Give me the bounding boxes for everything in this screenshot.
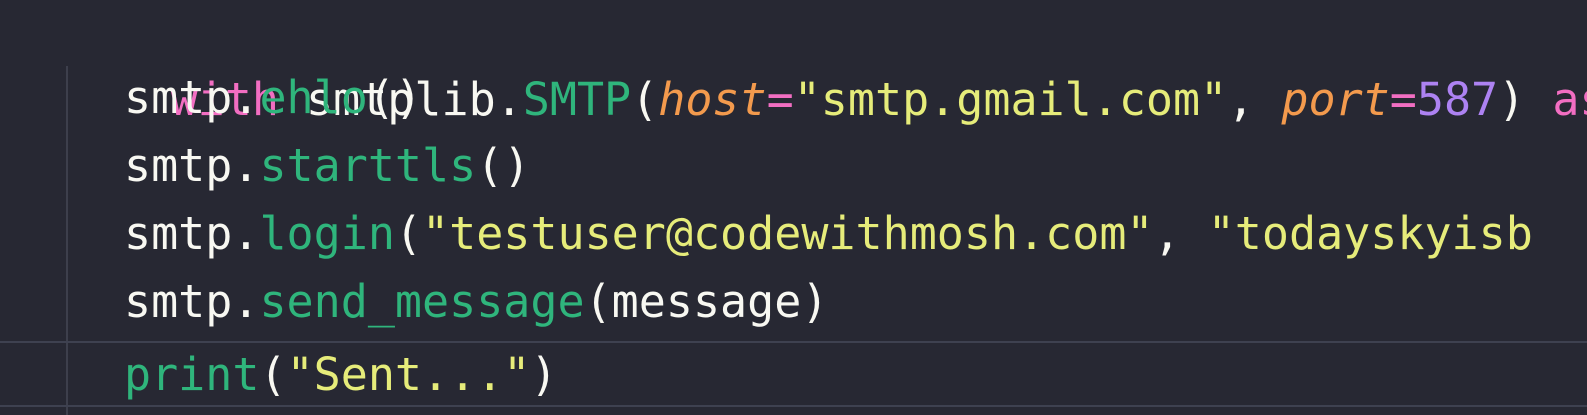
- string-password: "todayskyisb: [1207, 207, 1533, 260]
- code-line-2[interactable]: smtp.ehlo(): [0, 64, 1587, 132]
- object-smtp: smtp.: [124, 71, 260, 124]
- comma: ,: [1153, 207, 1208, 260]
- string-username: "testuser@codewithmosh.com": [422, 207, 1154, 260]
- code-line-3[interactable]: smtp.starttls(): [0, 132, 1587, 200]
- code-editor[interactable]: with smtplib.SMTP(host="smtp.gmail.com",…: [0, 0, 1587, 415]
- code-line-5[interactable]: smtp.send_message(message): [0, 268, 1587, 336]
- object-smtp: smtp.: [124, 139, 260, 192]
- method-login: login: [259, 207, 395, 260]
- object-smtp: smtp.: [124, 275, 260, 328]
- string-sent: "Sent...": [286, 348, 531, 401]
- method-starttls: starttls: [259, 139, 477, 192]
- method-send-message: send_message: [259, 275, 585, 328]
- code-line-4[interactable]: smtp.login("testuser@codewithmosh.com", …: [0, 200, 1587, 268]
- paren-open: (: [259, 348, 287, 401]
- call-parens: (): [476, 139, 531, 192]
- function-print: print: [124, 348, 260, 401]
- code-line-1[interactable]: with smtplib.SMTP(host="smtp.gmail.com",…: [0, 0, 1587, 126]
- code-line-6[interactable]: print("Sent..."): [0, 341, 1587, 409]
- call-parens: (): [367, 71, 423, 124]
- object-smtp: smtp.: [124, 207, 260, 260]
- call-args: (message): [584, 275, 829, 328]
- paren-open: (: [394, 207, 423, 260]
- paren-close: ): [530, 348, 558, 401]
- method-ehlo: ehlo: [259, 71, 368, 124]
